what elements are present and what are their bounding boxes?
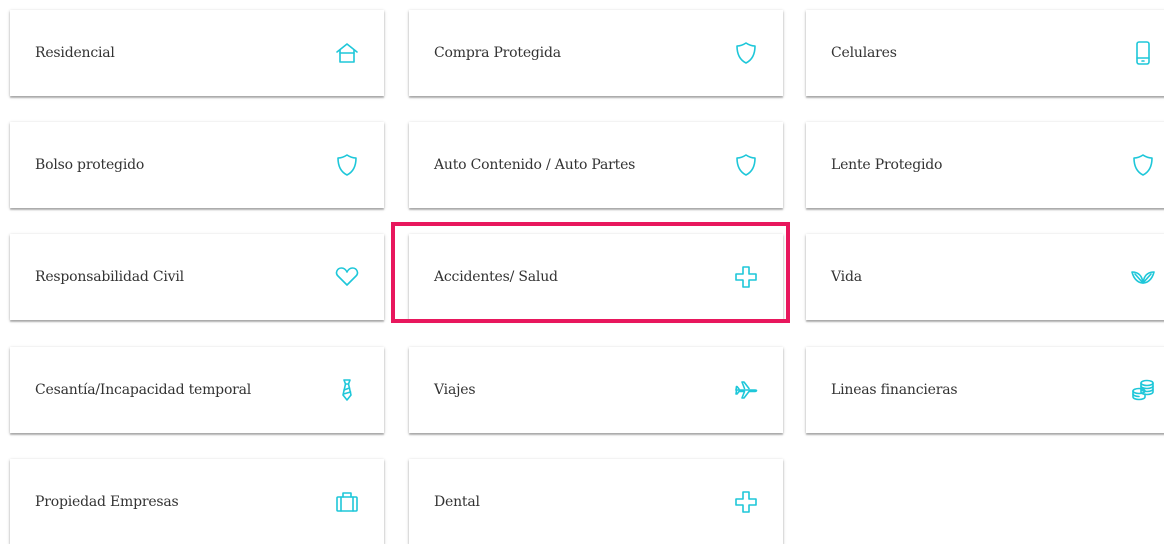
shield-icon — [1130, 152, 1156, 178]
card-lineas-financieras[interactable]: Lineas financieras — [806, 347, 1164, 433]
card-dental[interactable]: Dental — [409, 459, 783, 544]
card-bolso-protegido[interactable]: Bolso protegido — [10, 122, 384, 208]
briefcase-icon — [334, 489, 360, 515]
card-label: Residencial — [35, 45, 115, 61]
medical-cross-icon — [733, 489, 759, 515]
card-label: Responsabilidad Civil — [35, 269, 184, 285]
card-label: Lineas financieras — [831, 382, 958, 398]
card-auto-contenido[interactable]: Auto Contenido / Auto Partes — [409, 122, 783, 208]
phone-icon — [1130, 40, 1156, 66]
insurance-products-grid: Residencial Compra Protegida Celulares B… — [0, 0, 1164, 544]
card-compra-protegida[interactable]: Compra Protegida — [409, 10, 783, 96]
card-label: Viajes — [434, 382, 476, 398]
card-label: Dental — [434, 494, 480, 510]
card-label: Compra Protegida — [434, 45, 561, 61]
card-label: Cesantía/Incapacidad temporal — [35, 382, 252, 398]
shield-icon — [334, 152, 360, 178]
card-propiedad-empresas[interactable]: Propiedad Empresas — [10, 459, 384, 544]
shield-icon — [733, 40, 759, 66]
coins-icon — [1130, 377, 1156, 403]
card-label: Celulares — [831, 45, 897, 61]
card-residencial[interactable]: Residencial — [10, 10, 384, 96]
card-label: Propiedad Empresas — [35, 494, 179, 510]
leaves-icon — [1130, 264, 1156, 290]
card-viajes[interactable]: Viajes — [409, 347, 783, 433]
airplane-icon — [733, 377, 759, 403]
house-icon — [334, 40, 360, 66]
card-responsabilidad-civil[interactable]: Responsabilidad Civil — [10, 234, 384, 320]
card-label: Auto Contenido / Auto Partes — [434, 157, 636, 173]
card-label: Bolso protegido — [35, 157, 145, 173]
shield-icon — [733, 152, 759, 178]
card-label: Lente Protegido — [831, 157, 943, 173]
tie-icon — [334, 377, 360, 403]
card-cesantia[interactable]: Cesantía/Incapacidad temporal — [10, 347, 384, 433]
medical-cross-icon — [733, 264, 759, 290]
card-lente-protegido[interactable]: Lente Protegido — [806, 122, 1164, 208]
heart-icon — [334, 264, 360, 290]
card-accidentes-salud[interactable]: Accidentes/ Salud — [409, 234, 783, 320]
card-label: Vida — [831, 269, 862, 285]
card-label: Accidentes/ Salud — [434, 269, 558, 285]
card-celulares[interactable]: Celulares — [806, 10, 1164, 96]
card-vida[interactable]: Vida — [806, 234, 1164, 320]
